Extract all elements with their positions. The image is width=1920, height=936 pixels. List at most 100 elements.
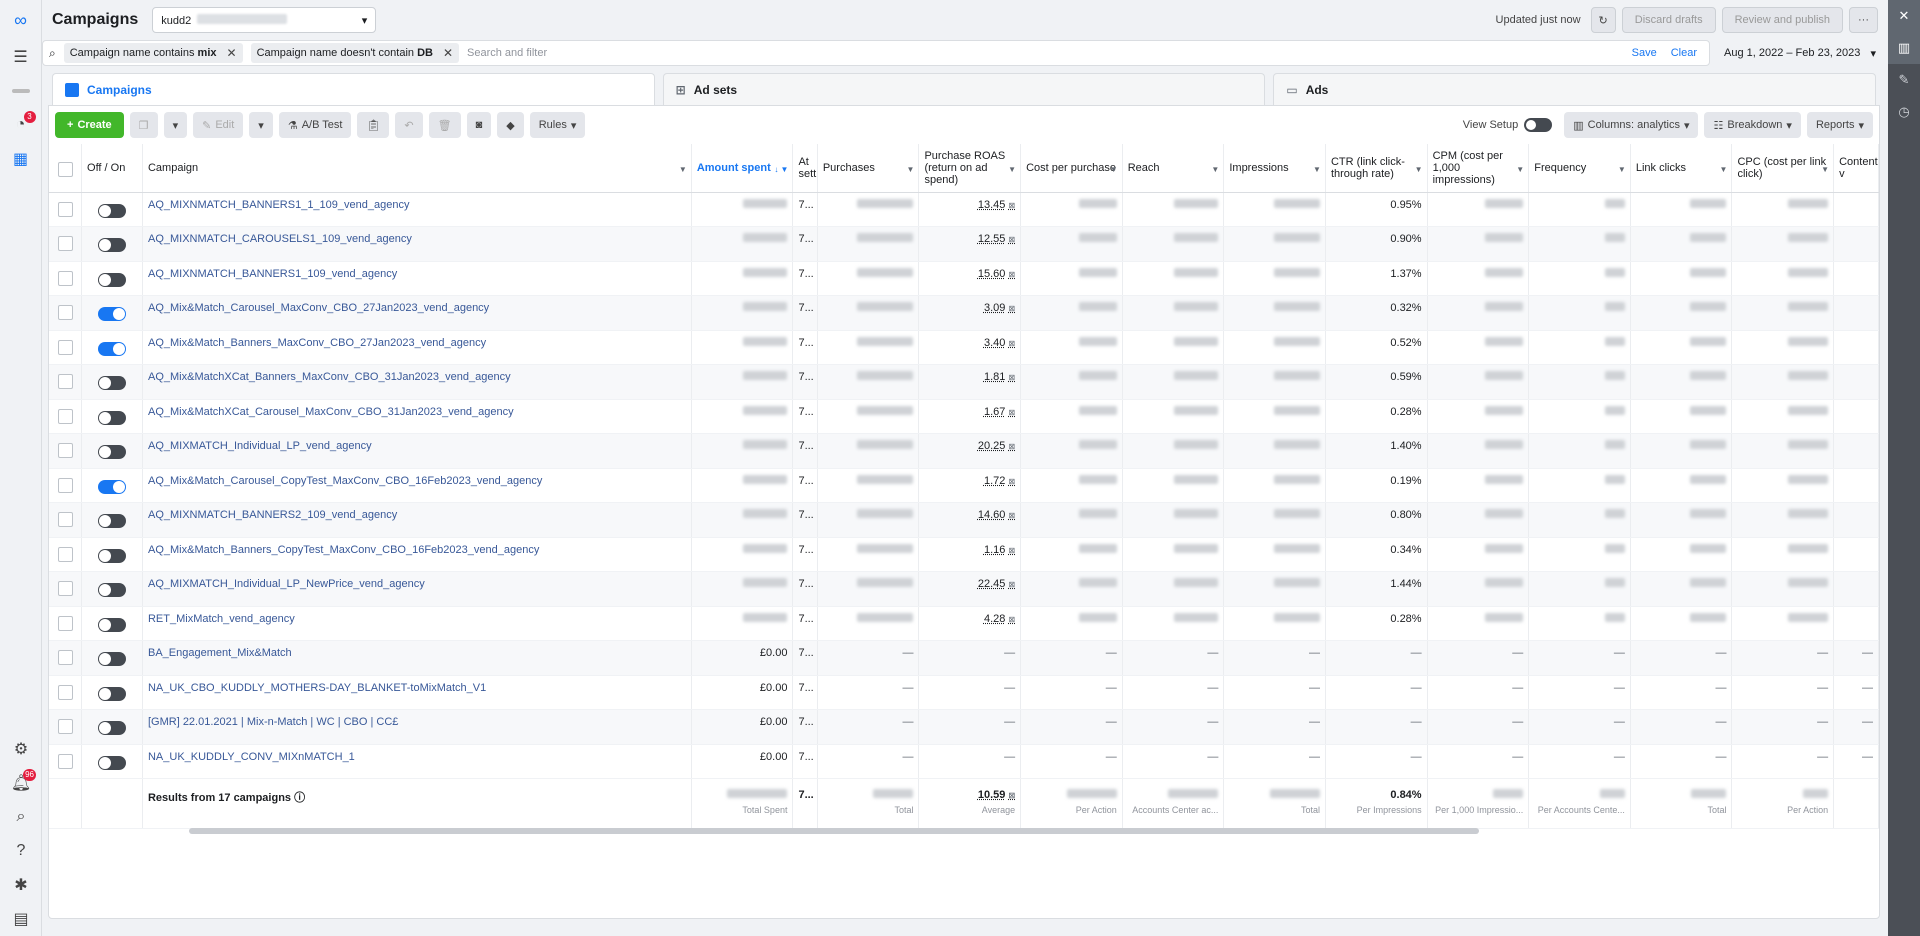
campaign-name[interactable]: AQ_MIXNMATCH_BANNERS1_109_vend_agency [142, 261, 692, 296]
col-amount-spent[interactable]: Amount spent ↓ ▼ [691, 144, 794, 193]
tag-button[interactable]: ◆ [497, 112, 524, 138]
tab-campaigns[interactable]: Campaigns [52, 73, 655, 105]
tab-ads[interactable]: ▭ Ads [1273, 73, 1877, 105]
row-checkbox[interactable] [57, 270, 73, 286]
campaign-toggle[interactable] [98, 410, 126, 425]
info-icon[interactable]: ⓘ [294, 792, 305, 804]
view-setup-toggle[interactable] [1524, 118, 1553, 132]
edit-button[interactable]: ✎ Edit [193, 112, 244, 138]
table-row[interactable]: AQ_Mix&Match_Banners_MaxConv_CBO_27Jan20… [49, 330, 1879, 365]
create-button[interactable]: + Create [55, 112, 124, 138]
preview-button[interactable]: ◙ [466, 112, 492, 138]
campaign-name[interactable]: AQ_Mix&MatchXCat_Carousel_MaxConv_CBO_31… [142, 399, 692, 434]
table-row[interactable]: AQ_Mix&Match_Banners_CopyTest_MaxConv_CB… [49, 537, 1879, 572]
campaign-name[interactable]: BA_Engagement_Mix&Match [142, 640, 692, 676]
campaign-name[interactable]: AQ_Mix&Match_Banners_CopyTest_MaxConv_CB… [142, 537, 692, 572]
row-toggle-cell[interactable] [81, 468, 143, 503]
col-campaign[interactable]: Campaign ▼ [142, 144, 692, 193]
help-icon[interactable]: ? [0, 834, 42, 868]
horizontal-scrollbar[interactable] [189, 828, 1479, 834]
campaign-toggle[interactable] [98, 721, 126, 735]
row-checkbox-cell[interactable] [49, 399, 83, 434]
table-row[interactable]: RET_MixMatch_vend_agency 7... 4.28 ⊠ 0.28% [49, 606, 1879, 641]
row-checkbox-cell[interactable] [49, 744, 83, 779]
campaign-toggle[interactable] [98, 652, 126, 666]
campaign-toggle[interactable] [98, 307, 126, 321]
table-row[interactable]: AQ_MIXMATCH_Individual_LP_vend_agency 7..… [49, 433, 1879, 469]
row-checkbox-cell[interactable] [49, 502, 83, 538]
row-checkbox[interactable] [57, 339, 73, 355]
row-checkbox[interactable] [57, 581, 73, 596]
chart-icon[interactable]: ▥ [1888, 32, 1920, 64]
campaign-toggle[interactable] [98, 686, 126, 701]
settings-icon[interactable]: ⚙ [0, 732, 42, 766]
campaign-name[interactable]: AQ_Mix&Match_Carousel_MaxConv_CBO_27Jan2… [142, 295, 692, 331]
campaign-name[interactable]: RET_MixMatch_vend_agency [142, 606, 692, 641]
row-checkbox-cell[interactable] [49, 295, 83, 331]
row-toggle-cell[interactable] [81, 295, 143, 331]
ab-test-button[interactable]: ⚗ A/B Test [278, 112, 352, 138]
table-row[interactable]: AQ_MIXNMATCH_BANNERS1_109_vend_agency 7..… [49, 261, 1879, 296]
row-checkbox-cell[interactable] [49, 433, 83, 469]
campaign-toggle[interactable] [98, 617, 126, 632]
table-row[interactable]: [GMR] 22.01.2021 | Mix-n-Match | WC | CB… [49, 709, 1879, 745]
row-checkbox-cell[interactable] [49, 537, 83, 572]
meta-logo-icon[interactable]: ∞ [0, 0, 42, 40]
campaign-toggle[interactable] [98, 341, 126, 356]
table-row[interactable]: AQ_MIXMATCH_Individual_LP_NewPrice_vend_… [49, 571, 1879, 607]
campaign-name[interactable]: AQ_MIXNMATCH_BANNERS2_109_vend_agency [142, 502, 692, 538]
campaign-toggle[interactable] [98, 445, 126, 459]
row-toggle-cell[interactable] [81, 675, 143, 710]
row-toggle-cell[interactable] [81, 537, 143, 572]
breakdown-button[interactable]: ☷ Breakdown ▾ [1704, 112, 1801, 138]
row-toggle-cell[interactable] [81, 261, 143, 296]
col-ctr[interactable]: CTR (link click-through rate) ▼ [1325, 144, 1428, 193]
campaign-toggle[interactable] [98, 583, 126, 597]
col-cost-per-purchase[interactable]: Cost per purchase ▼ [1020, 144, 1123, 193]
reports-button[interactable]: Reports ▾ [1806, 112, 1873, 138]
edit-icon[interactable]: ✎ [1888, 64, 1920, 96]
bug-report-icon[interactable]: ✱ [0, 868, 42, 902]
rules-button[interactable]: Rules ▾ [529, 112, 586, 138]
history-icon[interactable]: ◷ [1888, 96, 1920, 128]
save-filter-link[interactable]: Save [1632, 47, 1657, 59]
table-row[interactable]: NA_UK_CBO_KUDDLY_MOTHERS-DAY_BLANKET-toM… [49, 675, 1879, 710]
row-checkbox-cell[interactable] [49, 675, 83, 710]
col-impressions[interactable]: Impressions ▼ [1223, 144, 1326, 193]
edit-dropdown[interactable]: ▾ [249, 112, 273, 138]
row-checkbox-cell[interactable] [49, 261, 83, 296]
row-checkbox[interactable] [57, 615, 73, 631]
campaign-toggle[interactable] [98, 203, 126, 218]
col-reach[interactable]: Reach ▼ [1122, 144, 1225, 193]
campaign-name[interactable]: NA_UK_KUDDLY_CONV_MIXnMATCH_1 [142, 744, 692, 779]
campaign-toggle[interactable] [98, 238, 126, 252]
campaign-name[interactable]: AQ_MIXNMATCH_CAROUSELS1_109_vend_agency [142, 226, 692, 262]
row-checkbox-cell[interactable] [49, 364, 83, 400]
row-toggle-cell[interactable] [81, 364, 143, 400]
row-checkbox-cell[interactable] [49, 571, 83, 607]
campaign-name[interactable]: AQ_Mix&MatchXCat_Banners_MaxConv_CBO_31J… [142, 364, 692, 400]
table-row[interactable]: AQ_MIXNMATCH_BANNERS2_109_vend_agency 7..… [49, 502, 1879, 538]
col-roas[interactable]: Purchase ROAS (return on ad spend) ▼ [918, 144, 1022, 193]
col-cpc[interactable]: CPC (cost per link click) ▼ [1731, 144, 1835, 193]
tab-ad-sets[interactable]: ⊞ Ad sets [662, 73, 1266, 105]
campaign-name[interactable]: AQ_Mix&Match_Carousel_CopyTest_MaxConv_C… [142, 468, 692, 503]
row-checkbox[interactable] [57, 408, 73, 424]
row-checkbox[interactable] [57, 719, 73, 734]
campaign-name[interactable]: AQ_Mix&Match_Banners_MaxConv_CBO_27Jan20… [142, 330, 692, 365]
search-icon[interactable]: ⌕ [0, 800, 42, 834]
campaign-name[interactable]: AQ_MIXNMATCH_BANNERS1_1_109_vend_agency [142, 192, 692, 227]
row-checkbox[interactable] [57, 236, 73, 251]
row-checkbox[interactable] [57, 201, 73, 217]
row-toggle-cell[interactable] [81, 192, 143, 227]
campaign-name[interactable]: NA_UK_CBO_KUDDLY_MOTHERS-DAY_BLANKET-toM… [142, 675, 692, 710]
menu-icon[interactable]: ☰ [0, 40, 42, 74]
row-checkbox-cell[interactable] [49, 709, 83, 745]
table-row[interactable]: AQ_MIXNMATCH_BANNERS1_1_109_vend_agency 7… [49, 192, 1879, 227]
row-toggle-cell[interactable] [81, 744, 143, 779]
campaign-name[interactable]: AQ_MIXMATCH_Individual_LP_vend_agency [142, 433, 692, 469]
table-row[interactable]: AQ_Mix&MatchXCat_Banners_MaxConv_CBO_31J… [49, 364, 1879, 400]
remove-chip-icon[interactable]: ✕ [227, 46, 237, 60]
row-checkbox[interactable] [57, 753, 73, 769]
select-all-header[interactable] [49, 144, 83, 193]
